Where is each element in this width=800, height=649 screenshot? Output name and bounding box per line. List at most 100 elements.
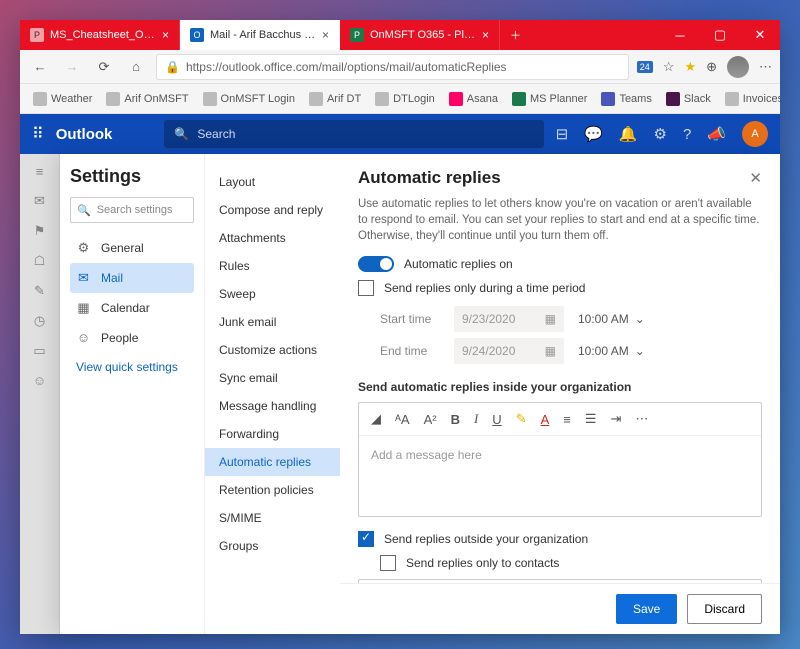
home-button[interactable]: ⌂ — [124, 55, 148, 79]
subnav-junk[interactable]: Junk email — [205, 308, 340, 336]
subnav-sync[interactable]: Sync email — [205, 364, 340, 392]
highlighter-icon[interactable]: ✎ — [516, 411, 527, 427]
subnav-layout[interactable]: Layout — [205, 168, 340, 196]
help-text: Use automatic replies to let others know… — [358, 196, 762, 244]
calendar-ext-icon[interactable]: 24 — [637, 61, 653, 73]
time-period-checkbox[interactable] — [358, 280, 374, 296]
refresh-button[interactable]: ⟳ — [92, 55, 116, 79]
whats-new-icon[interactable]: 📣 — [707, 125, 726, 143]
help-icon[interactable]: ? — [683, 126, 691, 143]
bookmark-icon — [309, 92, 323, 106]
auto-reply-toggle[interactable] — [358, 256, 394, 272]
bookmark-item[interactable]: Arif DT — [304, 90, 366, 108]
start-time-select[interactable]: 10:00 AM⌄ — [578, 312, 645, 326]
search-box[interactable]: 🔍 Search — [164, 120, 543, 148]
bookmark-item[interactable]: OnMSFT Login — [198, 90, 300, 108]
end-time-select[interactable]: 10:00 AM⌄ — [578, 344, 645, 358]
bookmarks-bar: Weather Arif OnMSFT OnMSFT Login Arif DT… — [20, 84, 780, 114]
start-date-picker[interactable]: 9/23/2020▦ — [454, 306, 564, 332]
bookmark-icon — [666, 92, 680, 106]
close-pane-button[interactable]: ✕ — [749, 169, 762, 187]
more-format-icon[interactable]: ⋯ — [635, 411, 648, 427]
bookmark-icon — [106, 92, 120, 106]
bookmark-icon — [33, 92, 47, 106]
bookmark-item[interactable]: Teams — [596, 90, 656, 108]
close-button[interactable]: ✕ — [740, 20, 780, 50]
bookmark-icon — [449, 92, 463, 106]
bookmark-item[interactable]: DTLogin — [370, 90, 440, 108]
close-icon[interactable]: × — [322, 28, 329, 42]
browser-tab[interactable]: P MS_Cheatsheet_OutlookMailOn… × — [20, 20, 180, 50]
save-button[interactable]: Save — [616, 594, 677, 624]
font-size-icon[interactable]: A² — [424, 412, 437, 427]
numbering-icon[interactable]: ☰ — [585, 411, 597, 427]
account-avatar[interactable]: A — [742, 121, 768, 147]
bookmark-item[interactable]: Weather — [28, 90, 97, 108]
contacts-only-checkbox[interactable] — [380, 555, 396, 571]
end-date-picker[interactable]: 9/24/2020▦ — [454, 338, 564, 364]
font-family-icon[interactable]: ᴬA — [395, 412, 410, 427]
subnav-smime[interactable]: S/MIME — [205, 504, 340, 532]
favorites-star-icon[interactable]: ★ — [684, 59, 696, 75]
bookmark-item[interactable]: Invoices — [720, 90, 780, 108]
subnav-customize[interactable]: Customize actions — [205, 336, 340, 364]
favorite-icon[interactable]: ☆ — [663, 59, 675, 75]
bullets-icon[interactable]: ≡ — [563, 412, 571, 427]
browser-tab-active[interactable]: O Mail - Arif Bacchus - Outlook × — [180, 20, 340, 50]
subnav-automatic-replies[interactable]: Automatic replies — [205, 448, 340, 476]
close-icon[interactable]: × — [482, 28, 489, 42]
indent-icon[interactable]: ⇥ — [611, 411, 622, 427]
underline-button[interactable]: U — [492, 412, 501, 427]
bookmark-item[interactable]: Asana — [444, 90, 503, 108]
bookmark-item[interactable]: Arif OnMSFT — [101, 90, 193, 108]
meet-now-icon[interactable]: ⊟ — [556, 125, 569, 143]
settings-gear-icon[interactable]: ⚙ — [654, 125, 667, 143]
browser-tab[interactable]: P OnMSFT O365 - Planner × — [340, 20, 500, 50]
subnav-rules[interactable]: Rules — [205, 252, 340, 280]
subnav-message-handling[interactable]: Message handling — [205, 392, 340, 420]
calendar-icon: ▦ — [76, 300, 91, 316]
forward-button[interactable]: → — [60, 55, 84, 79]
contacts-only-label: Send replies only to contacts — [406, 556, 559, 570]
notifications-icon[interactable]: 🔔 — [619, 125, 638, 143]
outside-org-checkbox[interactable] — [358, 531, 374, 547]
settings-search[interactable]: 🔍 Search settings — [70, 197, 194, 223]
nav-general[interactable]: ⚙General — [70, 233, 194, 263]
subnav-compose[interactable]: Compose and reply — [205, 196, 340, 224]
gear-icon: ⚙ — [76, 240, 91, 256]
font-color-icon[interactable]: A — [541, 412, 550, 427]
maximize-button[interactable]: ▢ — [700, 20, 740, 50]
more-icon[interactable]: ⋯ — [759, 59, 772, 75]
profile-avatar[interactable] — [727, 56, 749, 78]
back-button[interactable]: ← — [28, 55, 52, 79]
chat-icon[interactable]: 💬 — [584, 125, 603, 143]
tab-title: OnMSFT O365 - Planner — [370, 29, 476, 41]
bookmark-item[interactable]: MS Planner — [507, 90, 592, 108]
collections-icon[interactable]: ⊕ — [706, 59, 717, 75]
address-bar[interactable]: 🔒 https://outlook.office.com/mail/option… — [156, 54, 629, 80]
subnav-retention[interactable]: Retention policies — [205, 476, 340, 504]
calendar-icon: ▦ — [545, 344, 556, 358]
editor-body[interactable]: Add a message here — [359, 436, 761, 516]
subnav-sweep[interactable]: Sweep — [205, 280, 340, 308]
bold-button[interactable]: B — [451, 412, 460, 427]
bookmark-icon — [601, 92, 615, 106]
new-tab-button[interactable]: ＋ — [500, 20, 531, 50]
nav-people[interactable]: ☺People — [70, 323, 194, 352]
app-launcher-icon[interactable]: ⠿ — [32, 124, 44, 144]
nav-calendar[interactable]: ▦Calendar — [70, 293, 194, 323]
subnav-attachments[interactable]: Attachments — [205, 224, 340, 252]
subnav-forwarding[interactable]: Forwarding — [205, 420, 340, 448]
bookmark-item[interactable]: Slack — [661, 90, 716, 108]
italic-button[interactable]: I — [474, 411, 478, 427]
subnav-groups[interactable]: Groups — [205, 532, 340, 560]
view-quick-settings-link[interactable]: View quick settings — [70, 352, 194, 382]
close-icon[interactable]: × — [162, 28, 169, 42]
nav-mail[interactable]: ✉Mail — [70, 263, 194, 293]
highlight-icon[interactable]: ◢ — [371, 411, 381, 427]
pdf-icon: P — [30, 28, 44, 42]
discard-button[interactable]: Discard — [687, 594, 762, 624]
minimize-button[interactable]: ─ — [660, 20, 700, 50]
bookmark-icon — [512, 92, 526, 106]
end-time-label: End time — [380, 344, 440, 358]
